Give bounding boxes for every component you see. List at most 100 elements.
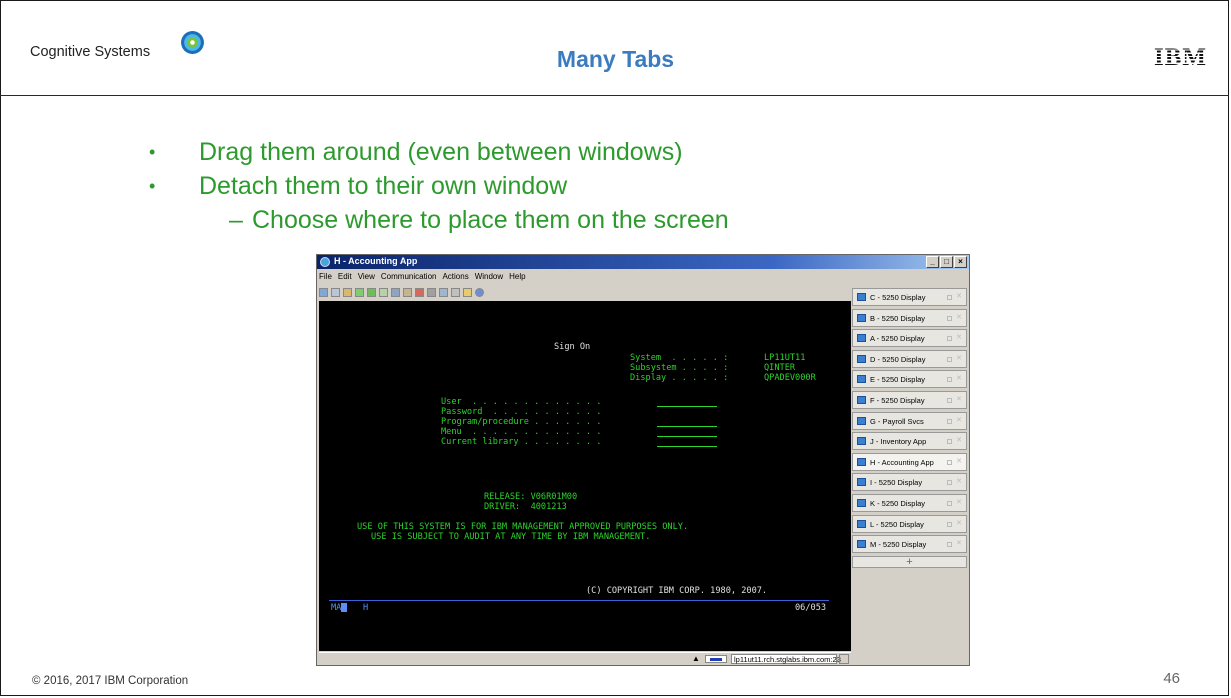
detach-icon[interactable] — [947, 418, 952, 424]
dropdown-arrow-icon[interactable]: ▲ — [692, 654, 700, 663]
detach-icon[interactable] — [947, 397, 952, 403]
connection-icon — [705, 655, 727, 663]
session-tab[interactable]: J - Inventory App ✕ — [852, 432, 967, 451]
window-title: H - Accounting App — [334, 256, 418, 266]
bullet-list: Drag them around (even between windows) … — [149, 135, 729, 237]
user-field[interactable] — [657, 406, 717, 407]
close-icon[interactable]: ✕ — [956, 292, 962, 300]
window-controls: _ □ × — [926, 256, 967, 268]
resize-grip-icon[interactable] — [839, 654, 849, 664]
menu-view[interactable]: View — [358, 270, 375, 284]
detach-icon[interactable] — [947, 315, 952, 321]
close-icon[interactable]: ✕ — [956, 395, 962, 403]
minimize-button[interactable]: _ — [926, 256, 939, 268]
send-icon[interactable] — [355, 288, 364, 297]
tab-label: A - 5250 Display — [870, 334, 925, 344]
detach-icon[interactable] — [947, 480, 952, 486]
terminal-screen[interactable]: Sign On System . . . . . : LP11UT11 Subs… — [319, 301, 851, 651]
tab-label: K - 5250 Display — [870, 498, 926, 508]
session-tab[interactable]: F - 5250 Display ✕ — [852, 390, 967, 409]
session-tab[interactable]: E - 5250 Display ✕ — [852, 370, 967, 389]
monitor-icon — [857, 540, 866, 549]
detach-icon[interactable] — [947, 295, 952, 300]
detach-icon[interactable] — [947, 356, 952, 362]
close-icon[interactable]: ✕ — [956, 416, 962, 424]
close-icon[interactable]: ✕ — [956, 539, 962, 547]
menu-field[interactable] — [657, 436, 717, 437]
session-tab[interactable]: A - 5250 Display ✕ — [852, 329, 967, 348]
session-tab[interactable]: M - 5250 Display ✕ — [852, 535, 967, 554]
paste-icon[interactable] — [331, 288, 340, 297]
system-label: System . . . . . : — [630, 353, 729, 363]
about-icon[interactable] — [475, 288, 484, 297]
menu-help[interactable]: Help — [509, 270, 525, 284]
close-icon[interactable]: ✕ — [956, 333, 962, 341]
status-left: MA — [331, 603, 342, 613]
monitor-icon — [857, 293, 866, 301]
signon-heading: Sign On — [554, 342, 591, 352]
close-icon[interactable]: ✕ — [956, 498, 962, 506]
status-bar: ▲ lp11ut11.rch.stglabs.ibm.com:23 — [319, 652, 851, 665]
ibm-logo: IBM — [1154, 44, 1207, 71]
usage-notice-2: USE IS SUBJECT TO AUDIT AT ANY TIME BY I… — [371, 532, 651, 542]
add-tab-button[interactable]: + — [852, 555, 967, 568]
alert-icon[interactable] — [415, 288, 424, 297]
keyboard-icon[interactable] — [379, 288, 388, 297]
display-label: Display . . . . . : — [630, 373, 729, 383]
detach-icon[interactable] — [947, 542, 952, 548]
subsystem-value: QINTER — [764, 363, 796, 373]
detach-icon[interactable] — [947, 336, 952, 342]
close-icon[interactable]: ✕ — [956, 457, 962, 465]
program-label: Program/procedure . . . . . . . — [441, 417, 602, 427]
close-icon[interactable]: ✕ — [956, 519, 962, 527]
session-icon[interactable] — [439, 288, 448, 297]
maximize-button[interactable]: □ — [940, 256, 953, 268]
monitor-icon — [857, 478, 866, 487]
menu-file[interactable]: File — [319, 270, 332, 284]
session-tab[interactable]: G - Payroll Svcs ✕ — [852, 411, 967, 430]
monitor-icon — [857, 313, 866, 322]
monitor-icon — [857, 498, 866, 507]
detach-icon[interactable] — [947, 500, 952, 506]
monitor-icon — [857, 395, 866, 404]
close-button[interactable]: × — [954, 256, 967, 268]
settings-icon[interactable] — [427, 288, 436, 297]
session-tab[interactable]: K - 5250 Display ✕ — [852, 493, 967, 512]
bullet-item: Drag them around (even between windows) — [149, 135, 729, 169]
session-tab[interactable]: I - 5250 Display ✕ — [852, 473, 967, 492]
receive-icon[interactable] — [367, 288, 376, 297]
menu-edit[interactable]: Edit — [338, 270, 352, 284]
macro-icon[interactable] — [391, 288, 400, 297]
menu-window[interactable]: Window — [475, 270, 503, 284]
detach-icon[interactable] — [947, 439, 952, 445]
session-tab[interactable]: L - 5250 Display ✕ — [852, 514, 967, 533]
library-field[interactable] — [657, 446, 717, 447]
close-icon[interactable]: ✕ — [956, 354, 962, 362]
disconnect-icon[interactable] — [451, 288, 460, 297]
tab-label: L - 5250 Display — [870, 519, 924, 529]
detach-icon[interactable] — [947, 459, 952, 465]
close-icon[interactable]: ✕ — [956, 313, 962, 321]
program-field[interactable] — [657, 426, 717, 427]
menu-actions[interactable]: Actions — [442, 270, 468, 284]
detach-icon[interactable] — [947, 521, 952, 527]
help-topic-icon[interactable] — [463, 288, 472, 297]
print-icon[interactable] — [343, 288, 352, 297]
session-tab[interactable]: D - 5250 Display ✕ — [852, 349, 967, 368]
menu-communication[interactable]: Communication — [381, 270, 437, 284]
tools-icon[interactable] — [403, 288, 412, 297]
copy-icon[interactable] — [319, 288, 328, 297]
tab-label: I - 5250 Display — [870, 478, 923, 488]
toolbar — [319, 286, 484, 300]
close-icon[interactable]: ✕ — [956, 436, 962, 444]
close-icon[interactable]: ✕ — [956, 374, 962, 382]
detach-icon[interactable] — [947, 377, 952, 383]
status-divider — [329, 600, 829, 601]
close-icon[interactable]: ✕ — [956, 477, 962, 485]
display-value: QPADEV000R — [764, 373, 816, 383]
session-tab[interactable]: B - 5250 Display ✕ — [852, 308, 967, 327]
session-tab[interactable]: C - 5250 Display ✕ — [852, 288, 967, 306]
tab-label: M - 5250 Display — [870, 540, 927, 550]
session-tab-active[interactable]: H - Accounting App ✕ — [852, 452, 967, 471]
usage-notice-1: USE OF THIS SYSTEM IS FOR IBM MANAGEMENT… — [357, 522, 689, 532]
